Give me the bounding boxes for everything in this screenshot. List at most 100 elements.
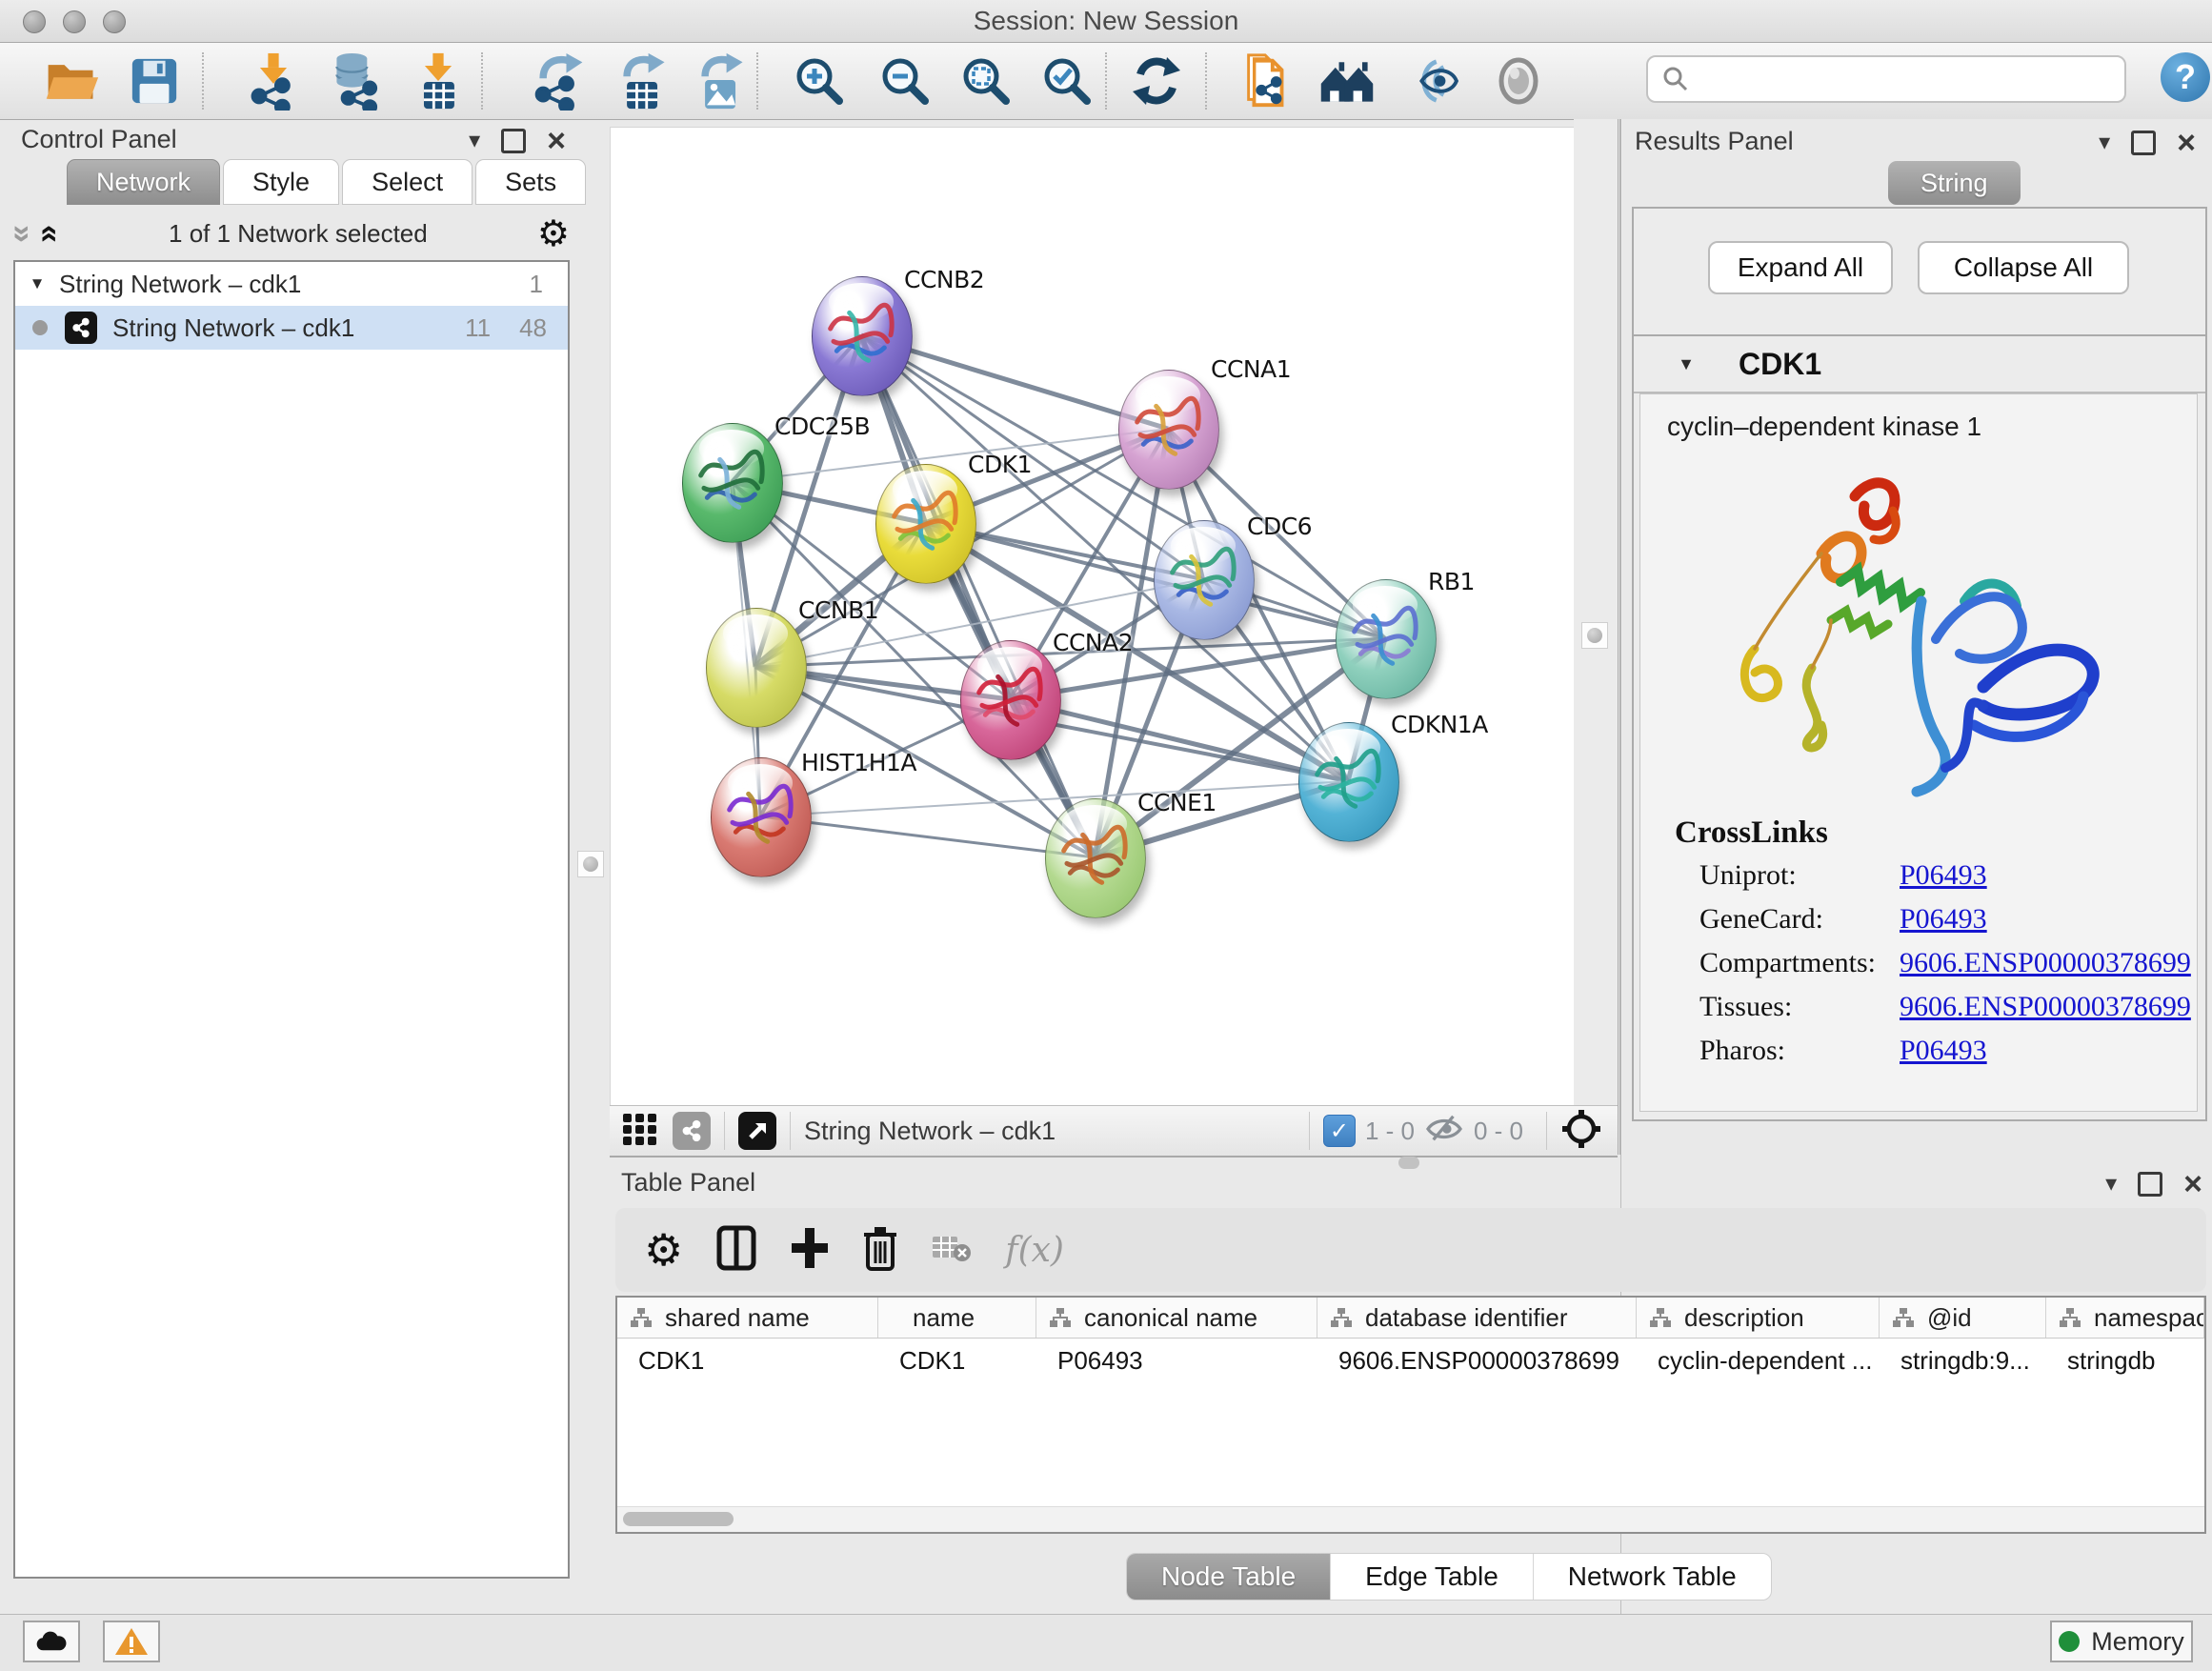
crosslink-link[interactable]: P06493: [1900, 1035, 1987, 1067]
crosslink-link[interactable]: 9606.ENSP00000378699: [1900, 947, 2191, 979]
tree-collapse-icon[interactable]: ▼: [15, 274, 59, 293]
panel-close-icon[interactable]: ×: [547, 131, 566, 151]
node-HIST1H1A[interactable]: [711, 757, 812, 877]
cloud-button[interactable]: [23, 1621, 80, 1662]
tab-sets[interactable]: Sets: [475, 159, 586, 205]
column-header-@id[interactable]: @id: [1880, 1298, 2046, 1338]
column-header-shared-name[interactable]: shared name: [617, 1298, 878, 1338]
fit-selected-crosshair-icon[interactable]: [1560, 1108, 1602, 1155]
cell-namespace[interactable]: stringdb: [2046, 1339, 2204, 1382]
zoom-in-icon[interactable]: [789, 50, 850, 111]
import-network-file-icon[interactable]: [243, 50, 304, 111]
network-collection-row[interactable]: ▼ String Network – cdk1 1: [15, 262, 568, 306]
save-session-icon[interactable]: [124, 50, 185, 111]
expand-all-button[interactable]: Expand All: [1708, 241, 1893, 294]
left-splitter-handle[interactable]: [577, 851, 604, 877]
panel-float-icon[interactable]: [501, 129, 526, 153]
right-splitter-handle[interactable]: [1581, 622, 1608, 649]
node-CDK1[interactable]: [875, 464, 976, 584]
collapse-all-button[interactable]: Collapse All: [1918, 241, 2129, 294]
panel-float-icon[interactable]: [2138, 1172, 2162, 1197]
export-table-icon[interactable]: [613, 50, 674, 111]
node-CDC6[interactable]: [1154, 520, 1255, 640]
cell-@id[interactable]: stringdb:9...: [1880, 1339, 2046, 1382]
panel-float-icon[interactable]: [2131, 131, 2156, 155]
protein-section-header[interactable]: ▼ CDK1: [1634, 336, 2205, 393]
expand-all-icon[interactable]: «: [31, 225, 69, 243]
tab-node-table[interactable]: Node Table: [1127, 1554, 1331, 1600]
export-image-icon[interactable]: [691, 50, 752, 111]
panel-menu-icon[interactable]: ▾: [469, 127, 480, 154]
show-columns-icon[interactable]: [715, 1224, 757, 1277]
node-CDC25B[interactable]: [682, 423, 783, 543]
cell-canonical-name[interactable]: P06493: [1036, 1339, 1317, 1382]
node-CCNA1[interactable]: [1118, 370, 1219, 490]
add-column-icon[interactable]: [790, 1226, 830, 1275]
refresh-icon[interactable]: [1126, 50, 1187, 111]
panel-menu-icon[interactable]: ▾: [2105, 1170, 2117, 1198]
memory-button[interactable]: Memory: [2050, 1621, 2193, 1662]
show-graphics-details-icon[interactable]: [1400, 50, 1461, 111]
crosslink-link[interactable]: 9606.ENSP00000378699: [1900, 991, 2191, 1023]
import-network-database-icon[interactable]: [327, 50, 388, 111]
zoom-out-icon[interactable]: [875, 50, 935, 111]
tab-string[interactable]: String: [1888, 161, 2021, 205]
import-table-icon[interactable]: [408, 50, 469, 111]
column-header-description[interactable]: description: [1637, 1298, 1880, 1338]
table-horizontal-scrollbar[interactable]: [617, 1506, 2204, 1532]
cell-description[interactable]: cyclin-dependent ...: [1637, 1339, 1880, 1382]
network-options-gear-icon[interactable]: ⚙: [537, 212, 570, 255]
node-CCNE1[interactable]: [1045, 798, 1146, 918]
node-CDKN1A[interactable]: [1298, 722, 1399, 842]
search-input[interactable]: [1699, 64, 2124, 95]
help-button[interactable]: ?: [2161, 52, 2210, 102]
function-builder-icon[interactable]: f(x): [1005, 1231, 1064, 1270]
eye-icon[interactable]: [1488, 50, 1549, 111]
node-structure-art: [1166, 538, 1242, 626]
delete-column-icon[interactable]: [862, 1225, 898, 1276]
cell-name[interactable]: CDK1: [878, 1339, 1036, 1382]
export-network-icon[interactable]: [529, 50, 590, 111]
string-view-icon[interactable]: [673, 1112, 711, 1150]
column-header-namespace[interactable]: namespace: [2046, 1298, 2204, 1338]
hidden-eye-slash-icon[interactable]: [1424, 1113, 1464, 1150]
node-CCNB2[interactable]: [812, 276, 913, 396]
home-icon[interactable]: [1317, 50, 1377, 111]
edge-CCNB2-CCNE1[interactable]: [861, 335, 1095, 857]
node-RB1[interactable]: [1336, 579, 1437, 699]
tab-network[interactable]: Network: [67, 159, 220, 205]
open-in-window-icon[interactable]: [738, 1112, 776, 1150]
birdseye-grid-icon[interactable]: [621, 1110, 659, 1153]
scrollbar-thumb[interactable]: [623, 1512, 734, 1526]
search-field[interactable]: [1646, 55, 2126, 103]
tab-select[interactable]: Select: [342, 159, 473, 205]
panel-close-icon[interactable]: ×: [2177, 133, 2196, 152]
tab-network-table[interactable]: Network Table: [1534, 1554, 1771, 1600]
cell-database-identifier[interactable]: 9606.ENSP00000378699: [1317, 1339, 1637, 1382]
zoom-selected-icon[interactable]: [1036, 50, 1097, 111]
tab-edge-table[interactable]: Edge Table: [1331, 1554, 1534, 1600]
node-CCNB1[interactable]: [706, 608, 807, 728]
tab-style[interactable]: Style: [223, 159, 339, 205]
delete-table-icon[interactable]: [931, 1231, 973, 1270]
crosslink-link[interactable]: P06493: [1900, 903, 1987, 936]
node-CCNA2[interactable]: [960, 640, 1061, 760]
column-header-database-identifier[interactable]: database identifier: [1317, 1298, 1637, 1338]
cell-shared-name[interactable]: CDK1: [617, 1339, 878, 1382]
column-header-name[interactable]: name: [878, 1298, 1036, 1338]
table-row[interactable]: CDK1CDK1P064939606.ENSP00000378699cyclin…: [617, 1339, 2204, 1382]
warnings-button[interactable]: [103, 1621, 160, 1662]
open-session-icon[interactable]: [41, 50, 102, 111]
panel-close-icon[interactable]: ×: [2183, 1175, 2202, 1194]
crosslink-link[interactable]: P06493: [1900, 859, 1987, 892]
string-import-icon[interactable]: [1237, 50, 1297, 111]
panel-menu-icon[interactable]: ▾: [2099, 129, 2110, 156]
network-row[interactable]: String Network – cdk1 11 48: [15, 306, 568, 350]
zoom-fit-icon[interactable]: [955, 50, 1016, 111]
column-header-canonical-name[interactable]: canonical name: [1036, 1298, 1317, 1338]
section-collapse-icon[interactable]: ▼: [1634, 354, 1739, 374]
selected-checkbox[interactable]: ✓: [1323, 1115, 1356, 1147]
table-options-gear-icon[interactable]: ⚙: [644, 1224, 683, 1276]
shared-column-icon: [1893, 1308, 1914, 1327]
network-canvas[interactable]: CCNB2CCNA1CDC25BCDK1CDC6RB1CCNB1CCNA2CDK…: [610, 127, 1575, 1106]
